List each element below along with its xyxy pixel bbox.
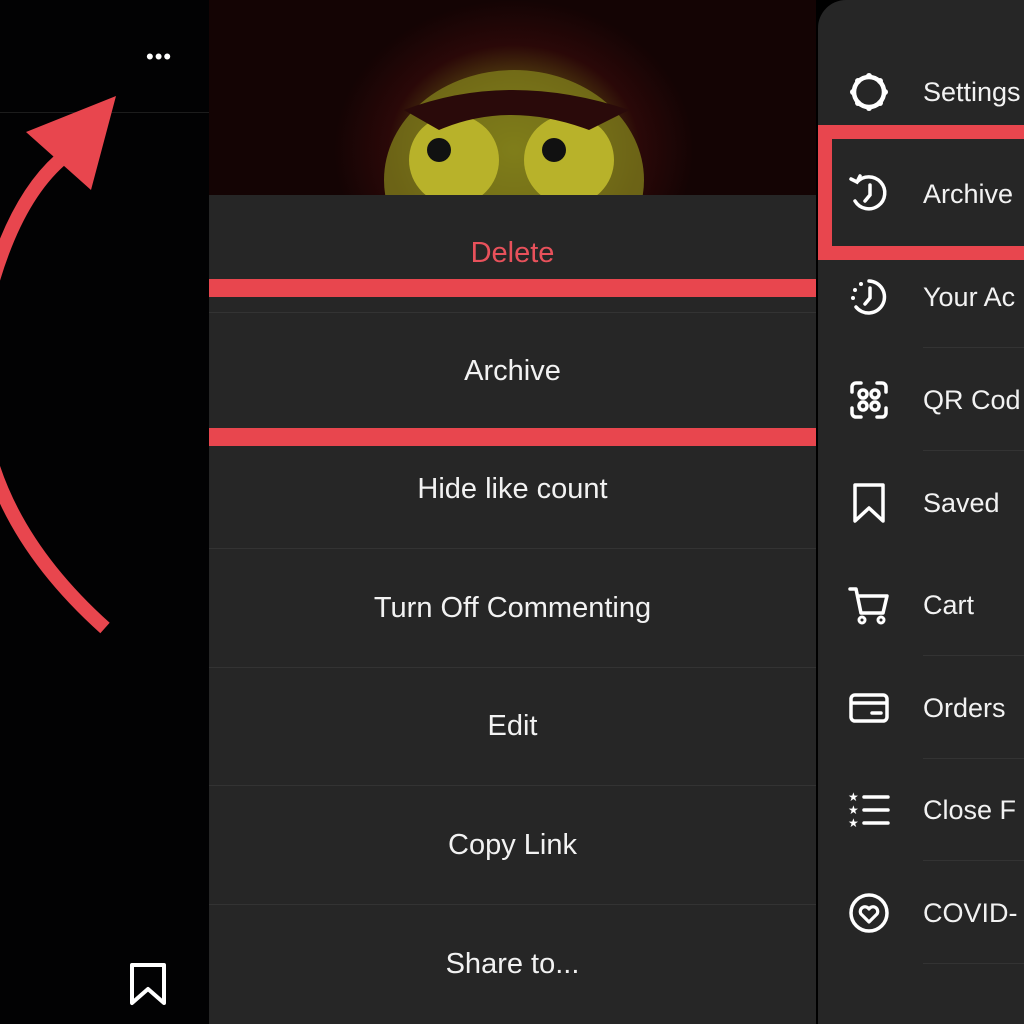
divider <box>923 655 1024 656</box>
photo-creature <box>384 70 644 290</box>
divider <box>923 860 1024 861</box>
menu-item-qr-code[interactable]: QR Cod <box>818 349 1024 451</box>
hide-like-count-option[interactable]: Hide like count <box>209 431 816 549</box>
menu-item-your-activity[interactable]: Your Ac <box>818 246 1024 348</box>
turn-off-commenting-option[interactable]: Turn Off Commenting <box>209 550 816 668</box>
menu-label: Settings <box>923 76 1021 107</box>
svg-text:★: ★ <box>848 803 859 817</box>
menu-label: COVID- <box>923 897 1018 928</box>
post-options-sheet: Delete Archive Hide like count Turn Off … <box>209 195 816 1024</box>
menu-label: Close F <box>923 794 1017 825</box>
close-friends-list-icon: ★★★ <box>848 790 890 830</box>
archive-highlight-box <box>818 125 1024 260</box>
menu-item-covid[interactable]: COVID- <box>818 862 1024 964</box>
menu-label: Cart <box>923 589 975 620</box>
post-photo <box>209 0 816 290</box>
pointer-arrow <box>0 96 116 634</box>
qr-code-icon <box>850 381 888 419</box>
menu-label: Your Ac <box>923 281 1016 312</box>
highlight-bar-top <box>209 279 816 297</box>
menu-label: QR Cod <box>923 384 1021 415</box>
bookmark-icon[interactable] <box>128 962 168 1006</box>
card-icon <box>849 693 889 723</box>
highlight-bar-bottom <box>209 428 816 446</box>
menu-label: Orders <box>923 692 1006 723</box>
copy-link-option[interactable]: Copy Link <box>209 787 816 905</box>
menu-item-orders[interactable]: Orders <box>818 657 1024 759</box>
divider <box>923 450 1024 451</box>
gear-icon <box>850 73 888 111</box>
divider <box>923 347 1024 348</box>
cart-icon <box>848 587 889 625</box>
divider <box>923 963 1024 964</box>
bookmark-icon <box>853 483 885 523</box>
menu-item-cart[interactable]: Cart <box>818 554 1024 656</box>
svg-text:★: ★ <box>848 816 859 830</box>
menu-label: Saved <box>923 487 1000 518</box>
archive-option[interactable]: Archive <box>209 313 816 431</box>
activity-clock-icon <box>851 279 887 315</box>
covid-heart-icon <box>849 893 889 933</box>
arrow-arc <box>0 154 110 634</box>
svg-text:★: ★ <box>848 790 859 804</box>
menu-item-close-friends[interactable]: ★ ★ ★ Close F <box>818 759 1024 861</box>
share-to-option[interactable]: Share to... <box>209 905 816 1023</box>
edit-option[interactable]: Edit <box>209 668 816 786</box>
menu-item-saved[interactable]: Saved <box>818 452 1024 554</box>
profile-menu-panel: Settings Archive Your Ac QR Cod Saved Ca… <box>816 0 1024 1024</box>
